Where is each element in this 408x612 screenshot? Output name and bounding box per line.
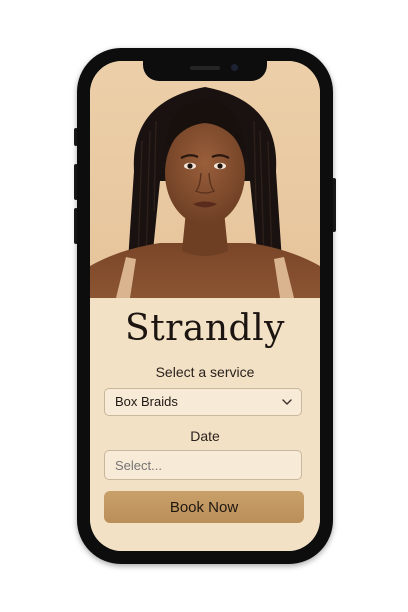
phone-notch: [143, 58, 267, 81]
portrait-image: [90, 87, 320, 298]
front-camera: [231, 64, 238, 71]
service-label: Select a service: [155, 364, 255, 380]
speaker-grille: [190, 66, 220, 70]
app-logo-title: Strandly: [125, 308, 285, 349]
chevron-down-icon: [282, 399, 292, 405]
service-select[interactable]: Box Braids: [104, 388, 302, 416]
date-label: Date: [190, 428, 220, 444]
date-field[interactable]: [104, 450, 302, 480]
service-select-value: Box Braids: [115, 394, 178, 409]
stage: Strandly Select a service Box Braids Dat…: [0, 0, 408, 612]
booking-panel: Strandly Select a service Box Braids Dat…: [90, 298, 320, 551]
book-now-button[interactable]: Book Now: [104, 491, 304, 523]
hero-portrait: [90, 61, 320, 298]
phone-screen: Strandly Select a service Box Braids Dat…: [90, 61, 320, 551]
